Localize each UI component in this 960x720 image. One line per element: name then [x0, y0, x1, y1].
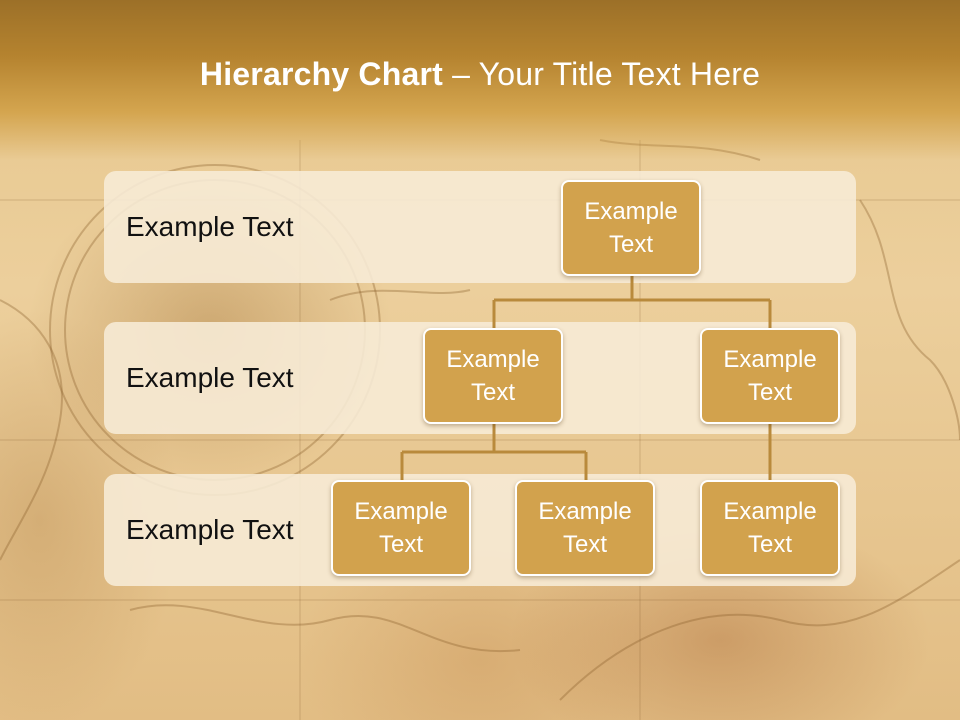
org-node-level3-a[interactable]: Example Text [331, 480, 471, 576]
org-node-level2-left[interactable]: Example Text [423, 328, 563, 424]
org-node-level3-b[interactable]: Example Text [515, 480, 655, 576]
org-node-level2-right[interactable]: Example Text [700, 328, 840, 424]
org-node-root[interactable]: Example Text [561, 180, 701, 276]
connector-left-split [400, 422, 588, 482]
connector-root-split [492, 274, 772, 330]
org-node-level3-c[interactable]: Example Text [700, 480, 840, 576]
